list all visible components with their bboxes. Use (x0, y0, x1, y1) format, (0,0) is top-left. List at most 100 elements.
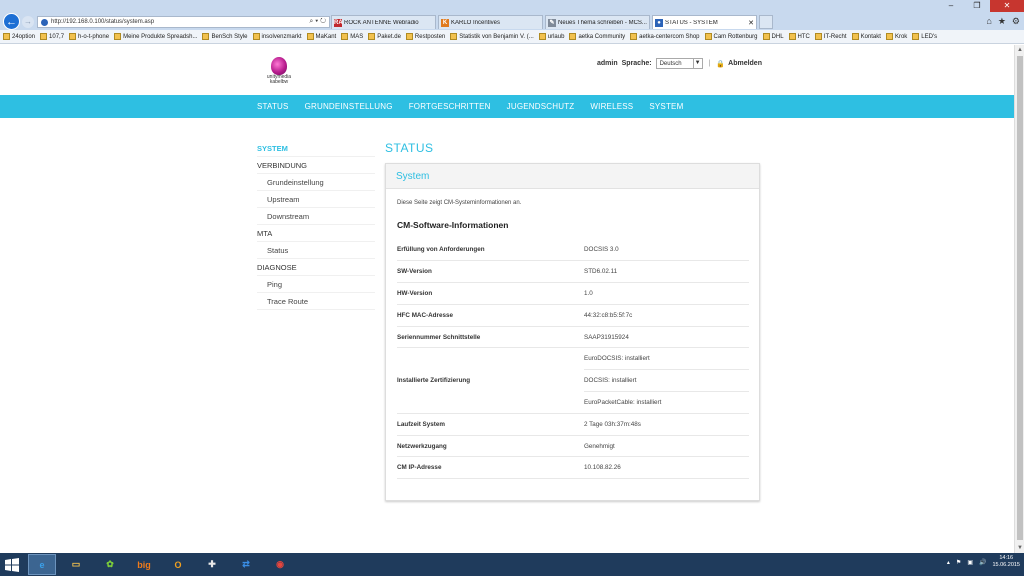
sidebar-item[interactable]: VERBINDUNG (257, 157, 375, 174)
forward-button[interactable]: → (22, 16, 34, 28)
address-url[interactable]: http://192.168.0.100/status/system.asp (51, 19, 309, 25)
bookmark-item[interactable]: HTC (788, 33, 810, 40)
address-bar[interactable]: http://192.168.0.100/status/system.asp ⌕… (37, 16, 330, 28)
tab-label: Neues Thema schreiben - MCS... (558, 19, 647, 26)
info-table: Erfüllung von Anforderungen DOCSIS 3.0 SW-… (397, 239, 749, 480)
maximize-button[interactable]: ❐ (964, 0, 990, 12)
bookmark-item[interactable]: Meine Produkte Spreadsh... (114, 33, 197, 40)
sidebar-item[interactable]: DIAGNOSE (257, 259, 375, 276)
bookmark-item[interactable]: Statistik von Benjamin V. (... (450, 33, 534, 40)
bookmark-label: Meine Produkte Spreadsh... (123, 33, 198, 40)
outlook-icon[interactable]: O (164, 554, 192, 575)
bookmark-item[interactable]: Krok (885, 33, 908, 40)
bookmark-item[interactable]: DHL (762, 33, 784, 40)
row-value: DOCSIS 3.0 (584, 239, 749, 262)
bookmark-item[interactable]: 24option (3, 33, 35, 40)
sidebar-item[interactable]: Upstream (257, 191, 375, 208)
bookmark-item[interactable]: Paket.de (368, 33, 401, 40)
header-links: admin Sprache: Deutsch ▼ | 🔒 Abmelden (597, 58, 762, 69)
row-value: Genehmigt (584, 435, 749, 458)
scroll-down-icon[interactable]: ▼ (1015, 543, 1024, 553)
unitymedia-logo[interactable]: unitymedia kabelbw (263, 57, 295, 93)
back-button[interactable]: ← (3, 13, 20, 30)
row-value: EuroDOCSIS: installiert (584, 347, 749, 371)
chrome-icon[interactable]: ◉ (266, 554, 294, 575)
bookmark-item[interactable]: aetka-centercom Shop (630, 33, 700, 40)
big-icon[interactable]: big (130, 554, 158, 575)
bookmark-icon (630, 33, 638, 40)
bookmark-label: aetka Community (578, 33, 626, 40)
bookmark-icon (885, 33, 893, 40)
sidebar-item[interactable]: Grundeinstellung (257, 174, 375, 191)
bookmark-icon (788, 33, 796, 40)
bookmark-item[interactable]: urlaub (538, 33, 564, 40)
bookmark-item[interactable]: IT-Recht (814, 33, 847, 40)
icq-icon[interactable]: ✿ (96, 554, 124, 575)
settings-gear-icon[interactable]: ⚙ (1012, 16, 1020, 27)
address-tools[interactable]: ⌕ ▾ ↻ (309, 18, 329, 26)
puzzle-icon[interactable]: ✚ (198, 554, 226, 575)
bookmark-item[interactable]: aetka Community (569, 33, 625, 40)
row-key: CM IP-Adresse (397, 456, 584, 480)
language-select[interactable]: Deutsch ▼ (655, 58, 703, 69)
clock[interactable]: 14:16 15.06.2015 (992, 555, 1020, 569)
sidebar-item[interactable]: MTA (257, 225, 375, 242)
home-icon[interactable]: ⌂ (986, 16, 991, 27)
logout-link[interactable]: Abmelden (728, 60, 762, 67)
nav-item[interactable]: FORTGESCHRITTEN (409, 102, 491, 111)
bookmark-item[interactable]: Cam Rottenburg (704, 33, 758, 40)
sidebar-item[interactable]: Ping (257, 276, 375, 293)
bookmark-item[interactable]: MaKant (306, 33, 336, 40)
bookmark-icon (202, 33, 210, 40)
bookmark-item[interactable]: h-o-t-phone (69, 33, 109, 40)
new-tab-button[interactable] (759, 15, 773, 29)
bookmark-item[interactable]: Kontakt (851, 33, 881, 40)
favorites-star-icon[interactable]: ★ (998, 16, 1006, 27)
teamviewer-icon[interactable]: ⇄ (232, 554, 260, 575)
browser-tab[interactable]: RA ROCK ANTENNE Webradio (331, 15, 436, 29)
explorer-icon[interactable]: ▭ (62, 554, 90, 575)
bookmark-label: Krok (894, 33, 908, 40)
bookmark-item[interactable]: insolvenzmarkt (252, 33, 302, 40)
sidebar-item[interactable]: Status (257, 242, 375, 259)
bookmark-item[interactable]: Restposten (405, 33, 445, 40)
table-row: HW-Version 1.0 (397, 282, 749, 305)
nav-item[interactable]: GRUNDEINSTELLUNG (305, 102, 393, 111)
table-row: HFC MAC-Adresse 44:32:c8:b5:5f:7c (397, 304, 749, 327)
nav-item[interactable]: STATUS (257, 102, 289, 111)
bookmark-label: 24option (12, 33, 36, 40)
browser-tab[interactable]: K KARLO Incentives (438, 15, 543, 29)
bookmark-label: IT-Recht (823, 33, 847, 40)
scroll-up-icon[interactable]: ▲ (1015, 45, 1024, 55)
browser-tab[interactable]: ● STATUS - SYSTEM ✕ (652, 15, 757, 29)
sidebar-item[interactable]: SYSTEM (257, 140, 375, 157)
site-favicon-icon (41, 18, 48, 26)
bookmark-item[interactable]: 107,7 (40, 33, 64, 40)
bookmark-label: Cam Rottenburg (713, 33, 758, 40)
sidebar-item[interactable]: Trace Route (257, 293, 375, 310)
flag-icon[interactable]: ⚑ (956, 559, 961, 566)
network-icon[interactable]: ▣ (967, 559, 973, 566)
nav-item[interactable]: SYSTEM (649, 102, 683, 111)
close-window-button[interactable]: ✕ (990, 0, 1024, 12)
clock-time: 14:16 (999, 555, 1014, 561)
minimize-button[interactable]: – (938, 0, 964, 12)
bookmark-item[interactable]: MAS (341, 33, 363, 40)
nav-item[interactable]: JUGENDSCHUTZ (507, 102, 575, 111)
volume-icon[interactable]: 🔊 (979, 559, 986, 566)
windows-start-icon[interactable] (0, 554, 24, 575)
nav-item[interactable]: WIRELESS (590, 102, 633, 111)
scroll-thumb[interactable] (1017, 56, 1023, 540)
page-scrollbar[interactable]: ▲ ▼ (1014, 45, 1024, 553)
user-name: admin (597, 60, 618, 67)
tray-arrow-icon[interactable]: ▴ (947, 559, 950, 566)
bookmark-item[interactable]: LED's (912, 33, 937, 40)
sidebar-menu: SYSTEM VERBINDUNG Grundeinstellung Upstream… (257, 140, 375, 310)
sidebar-item[interactable]: Downstream (257, 208, 375, 225)
tab-close-icon[interactable]: ✕ (746, 19, 756, 27)
bookmark-item[interactable]: BenSch Style (202, 33, 248, 40)
ie-icon[interactable]: e (28, 554, 56, 575)
row-key: Laufzeit System (397, 413, 584, 436)
browser-tab[interactable]: ✎ Neues Thema schreiben - MCS... (545, 15, 650, 29)
tab-favicon-icon: RA (334, 18, 343, 27)
